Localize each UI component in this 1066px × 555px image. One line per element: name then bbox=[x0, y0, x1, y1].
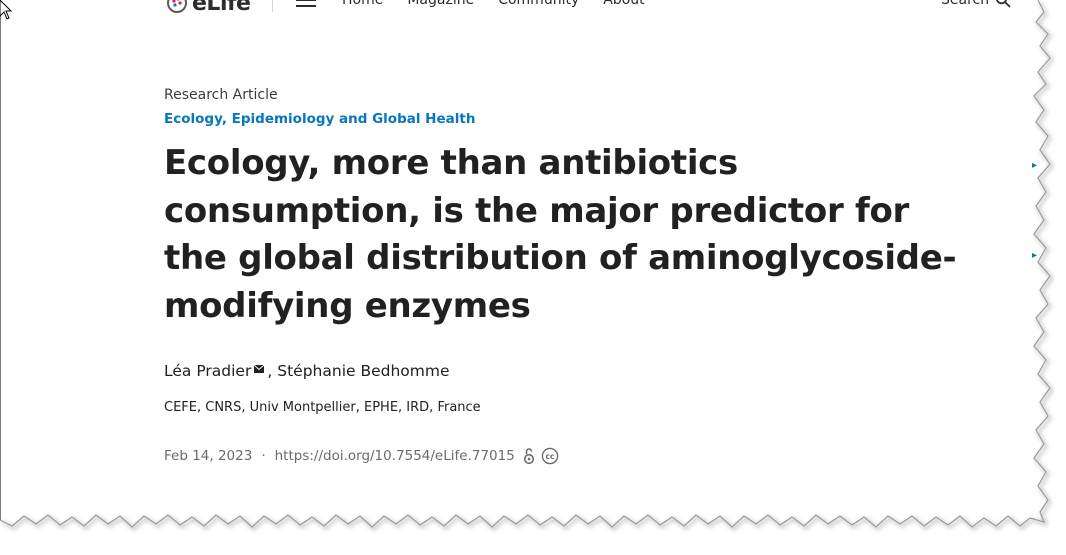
search-button[interactable]: Search bbox=[941, 0, 1011, 8]
search-label: Search bbox=[941, 0, 990, 8]
page-sheet: eLife Home Magazine Community About Sear… bbox=[0, 0, 1050, 540]
author-separator: , bbox=[267, 362, 273, 380]
right-edge-fragment: ▸ bbox=[1032, 160, 1038, 171]
author-list: Léa Pradier , Stéphanie Bedhomme bbox=[164, 362, 450, 380]
creative-commons-icon[interactable]: cc bbox=[541, 447, 559, 465]
search-icon bbox=[996, 0, 1011, 8]
article-title: Ecology, more than antibiotics consumpti… bbox=[164, 143, 957, 326]
svg-text:cc: cc bbox=[545, 452, 554, 461]
subject-link[interactable]: Ecology, Epidemiology and Global Health bbox=[164, 111, 475, 127]
nav-divider bbox=[272, 0, 273, 12]
elife-logo[interactable]: eLife bbox=[166, 0, 251, 16]
meta-separator: · bbox=[261, 448, 266, 464]
top-navigation: eLife Home Magazine Community About Sear… bbox=[0, 0, 1040, 16]
article-type: Research Article bbox=[164, 87, 278, 103]
right-edge-fragment: ▸ bbox=[1032, 250, 1038, 261]
nav-link-magazine[interactable]: Magazine bbox=[407, 0, 474, 8]
mouse-cursor-icon bbox=[0, 0, 12, 20]
author-name[interactable]: Léa Pradier bbox=[164, 362, 251, 380]
publication-date: Feb 14, 2023 bbox=[164, 448, 253, 464]
logo-text: eLife bbox=[192, 0, 251, 16]
nav-link-community[interactable]: Community bbox=[498, 0, 579, 8]
affiliations: CEFE, CNRS, Univ Montpellier, EPHE, IRD,… bbox=[164, 400, 481, 415]
nav-links: Home Magazine Community About bbox=[342, 0, 645, 8]
nav-link-home[interactable]: Home bbox=[342, 0, 383, 8]
email-icon[interactable] bbox=[254, 365, 265, 373]
author-name[interactable]: Stéphanie Bedhomme bbox=[277, 362, 449, 380]
open-access-icon bbox=[523, 448, 534, 465]
hamburger-menu-icon[interactable] bbox=[296, 0, 316, 9]
doi-link[interactable]: https://doi.org/10.7554/eLife.77015 bbox=[275, 448, 515, 464]
elife-logo-icon bbox=[167, 0, 187, 13]
nav-link-about[interactable]: About bbox=[603, 0, 644, 8]
article-meta: Feb 14, 2023 · https://doi.org/10.7554/e… bbox=[164, 447, 559, 465]
